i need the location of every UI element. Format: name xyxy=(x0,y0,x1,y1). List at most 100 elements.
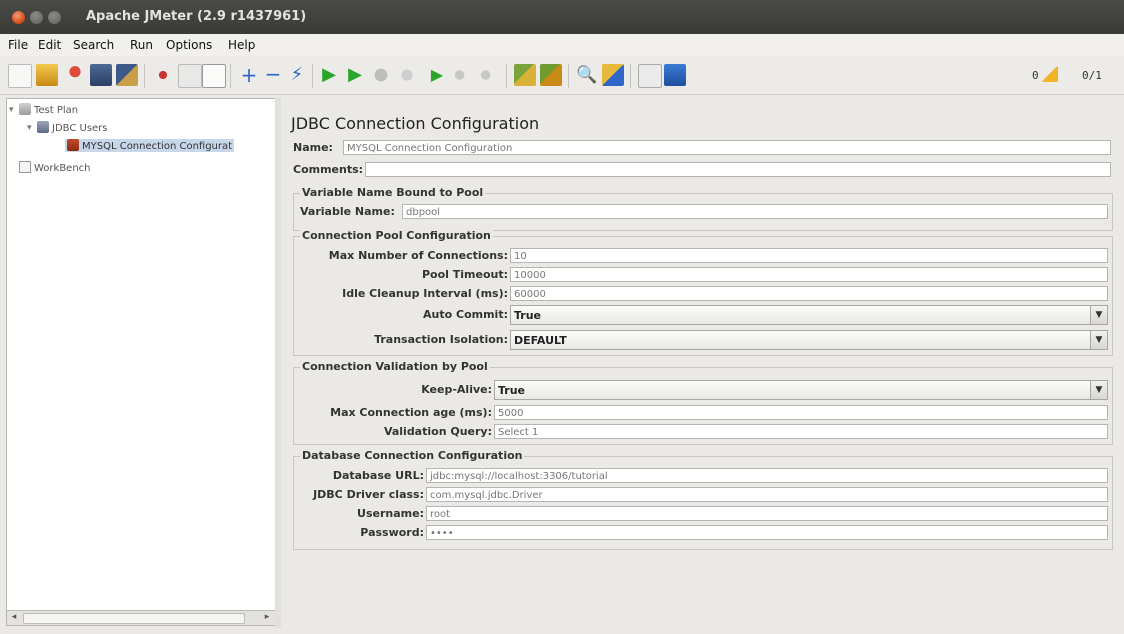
thread-group-icon xyxy=(37,121,49,133)
config-panel: JDBC Connection Configuration Name: MYSQ… xyxy=(283,98,1119,628)
toggle-test-plan[interactable]: ▾ xyxy=(9,105,17,115)
title-bar: Apache JMeter (2.9 r1437961) xyxy=(0,0,1124,34)
warning-count: 0 xyxy=(1032,69,1039,82)
clear-all-icon[interactable] xyxy=(540,64,562,86)
transaction-isolation-select[interactable]: DEFAULT ▼ xyxy=(510,330,1108,350)
search-icon[interactable]: 🔍 xyxy=(576,64,598,86)
panel-title: JDBC Connection Configuration xyxy=(291,114,540,133)
variable-group: Variable Name Bound to Pool Variable Nam… xyxy=(293,186,1113,231)
tree-node-mysql-config[interactable]: MYSQL Connection Configurat xyxy=(65,139,235,152)
expand-icon[interactable]: + xyxy=(238,64,260,86)
templates-icon[interactable] xyxy=(36,64,58,86)
copy-icon[interactable] xyxy=(178,64,202,88)
workbench-icon xyxy=(19,161,31,173)
window-title: Apache JMeter (2.9 r1437961) xyxy=(86,9,307,24)
pool-group: Connection Pool Configuration Max Number… xyxy=(293,229,1113,356)
comments-field[interactable] xyxy=(365,162,1111,177)
max-connections-field[interactable]: 10 xyxy=(510,248,1108,263)
chevron-down-icon[interactable]: ▼ xyxy=(1090,306,1107,324)
paste-icon[interactable] xyxy=(202,64,226,88)
validation-query-label: Validation Query: xyxy=(383,425,492,438)
menu-run[interactable]: Run xyxy=(130,38,153,52)
variable-name-field[interactable]: dbpool xyxy=(402,204,1108,219)
save-as-icon[interactable] xyxy=(116,64,138,86)
name-label: Name: xyxy=(293,141,333,154)
database-group-title: Database Connection Configuration xyxy=(300,449,525,462)
function-helper-icon[interactable] xyxy=(638,64,662,88)
scroll-thumb[interactable] xyxy=(23,613,245,624)
pool-group-title: Connection Pool Configuration xyxy=(300,229,493,242)
start-no-pauses-icon[interactable]: ▶ xyxy=(344,64,366,86)
cut-icon[interactable] xyxy=(152,64,174,86)
test-plan-icon xyxy=(19,103,31,115)
auto-commit-label: Auto Commit: xyxy=(423,308,508,321)
pool-timeout-field[interactable]: 10000 xyxy=(510,267,1108,282)
warning-icon[interactable] xyxy=(1042,66,1058,82)
validation-group-title: Connection Validation by Pool xyxy=(300,360,490,373)
toggle-icon[interactable]: ⚡ xyxy=(286,64,308,86)
toolbar: + − ⚡ ▶ ▶ ▶ 🔍 0 0/1 xyxy=(0,56,1124,95)
open-icon[interactable] xyxy=(64,64,86,86)
window-maximize-button[interactable] xyxy=(48,11,61,24)
new-icon[interactable] xyxy=(8,64,32,88)
config-element-icon xyxy=(67,139,79,151)
auto-commit-select[interactable]: True ▼ xyxy=(510,305,1108,325)
variable-name-label: Variable Name: xyxy=(300,205,395,218)
max-connection-age-label: Max Connection age (ms): xyxy=(330,406,492,419)
save-icon[interactable] xyxy=(90,64,112,86)
pool-timeout-label: Pool Timeout: xyxy=(421,268,508,281)
database-url-field[interactable]: jdbc:mysql://localhost:3306/tutorial xyxy=(426,468,1108,483)
tree-node-workbench[interactable]: WorkBench xyxy=(19,161,91,174)
remote-stop-icon[interactable] xyxy=(452,64,474,86)
auto-commit-value: True xyxy=(514,309,542,322)
name-field[interactable]: MYSQL Connection Configuration xyxy=(343,140,1111,155)
help-icon[interactable] xyxy=(664,64,686,86)
scroll-left-icon[interactable]: ◂ xyxy=(8,612,20,624)
validation-query-field[interactable]: Select 1 xyxy=(494,424,1108,439)
menu-file[interactable]: File xyxy=(8,38,28,52)
pane-splitter[interactable] xyxy=(275,98,281,628)
database-url-label: Database URL: xyxy=(332,469,424,482)
comments-label: Comments: xyxy=(293,163,364,176)
max-connections-label: Max Number of Connections: xyxy=(328,249,508,262)
start-icon[interactable]: ▶ xyxy=(318,64,340,86)
clear-icon[interactable] xyxy=(514,64,536,86)
remote-shutdown-icon[interactable] xyxy=(478,64,500,86)
tree-horizontal-scrollbar[interactable]: ◂ ▸ xyxy=(7,610,275,625)
username-label: Username: xyxy=(357,507,424,520)
chevron-down-icon[interactable]: ▼ xyxy=(1090,381,1107,399)
max-connection-age-field[interactable]: 5000 xyxy=(494,405,1108,420)
idle-cleanup-label: Idle Cleanup Interval (ms): xyxy=(342,287,508,300)
idle-cleanup-field[interactable]: 60000 xyxy=(510,286,1108,301)
jdbc-driver-label: JDBC Driver class: xyxy=(313,488,424,501)
menu-bar: File Edit Search Run Options Help xyxy=(0,34,1124,57)
active-threads: 0/1 xyxy=(1082,69,1102,82)
keep-alive-value: True xyxy=(498,384,526,397)
transaction-isolation-value: DEFAULT xyxy=(514,334,567,347)
shutdown-icon[interactable] xyxy=(396,64,418,86)
keep-alive-label: Keep-Alive: xyxy=(421,383,492,396)
database-group: Database Connection Configuration Databa… xyxy=(293,449,1113,550)
variable-group-title: Variable Name Bound to Pool xyxy=(300,186,486,199)
collapse-icon[interactable]: − xyxy=(262,64,284,86)
tree-node-jdbc-users[interactable]: JDBC Users xyxy=(37,121,108,134)
window-close-button[interactable] xyxy=(12,11,25,24)
window-minimize-button[interactable] xyxy=(30,11,43,24)
test-tree: ▾ Test Plan ▾ JDBC Users MYSQL Connectio… xyxy=(6,98,276,626)
toggle-jdbc-users[interactable]: ▾ xyxy=(27,123,35,133)
menu-search[interactable]: Search xyxy=(73,38,114,52)
chevron-down-icon[interactable]: ▼ xyxy=(1090,331,1107,349)
menu-help[interactable]: Help xyxy=(228,38,255,52)
scroll-right-icon[interactable]: ▸ xyxy=(261,612,273,624)
remote-start-icon[interactable]: ▶ xyxy=(426,64,448,86)
menu-options[interactable]: Options xyxy=(166,38,212,52)
username-field[interactable]: root xyxy=(426,506,1108,521)
stop-icon[interactable] xyxy=(370,64,392,86)
tree-node-test-plan[interactable]: Test Plan xyxy=(19,103,78,116)
transaction-isolation-label: Transaction Isolation: xyxy=(374,333,508,346)
keep-alive-select[interactable]: True ▼ xyxy=(494,380,1108,400)
password-field[interactable]: •••• xyxy=(426,525,1108,540)
reset-search-icon[interactable] xyxy=(602,64,624,86)
jdbc-driver-field[interactable]: com.mysql.jdbc.Driver xyxy=(426,487,1108,502)
menu-edit[interactable]: Edit xyxy=(38,38,61,52)
